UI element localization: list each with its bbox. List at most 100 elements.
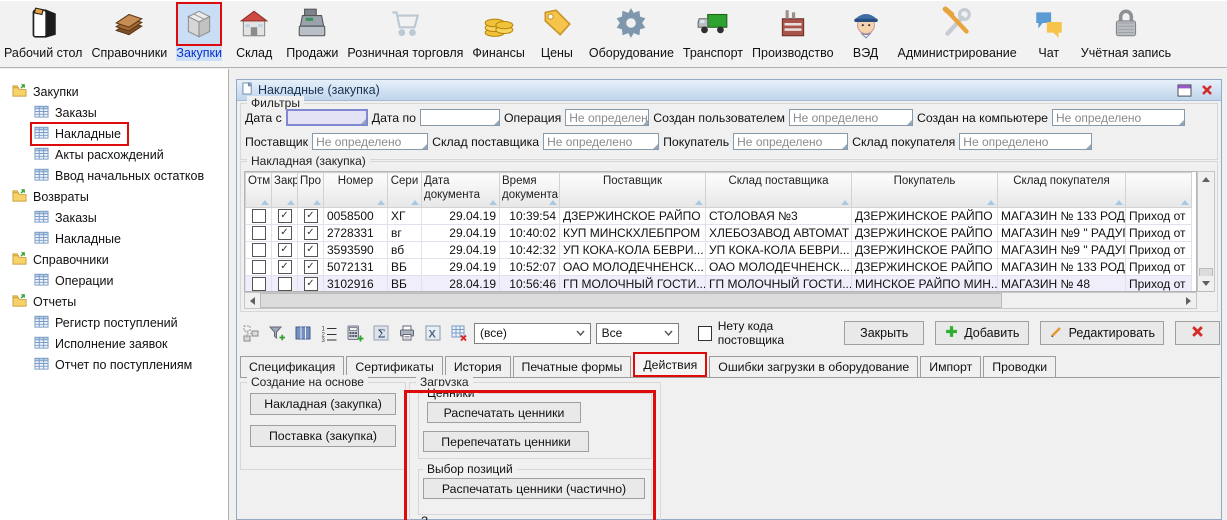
checkbox-cell[interactable]: ✓ [298,242,324,259]
cell-supplier_warehouse[interactable]: ОАО МОЛОДЕЧНЕНСК... [706,259,852,276]
checked-checkbox[interactable]: ✓ [304,209,318,223]
numbered-list-icon[interactable]: 123 [318,323,339,344]
toolbar-item-purchases[interactable]: Закупки [176,2,222,61]
cell-operation[interactable]: Приход от [1126,242,1192,259]
cell-supplier_warehouse[interactable]: ГП МОЛОЧНЫЙ ГОСТИ... [706,276,852,293]
horizontal-scroll-thumb[interactable] [260,293,1002,308]
cell-supplier[interactable]: ДЗЕРЖИНСКОЕ РАЙПО [560,208,706,225]
cell-number[interactable]: 5072131 [324,259,388,276]
toolbar-item-desktop[interactable]: Рабочий стол [4,2,82,61]
print-price-tags-partial-button[interactable]: Распечатать ценники (частично) [423,478,645,499]
checked-checkbox[interactable]: ✓ [304,260,318,274]
unchecked-checkbox[interactable] [252,277,266,291]
toolbar-item-finance[interactable]: Финансы [472,2,524,61]
column-header-6[interactable]: Время документа [500,173,560,208]
tab-postings[interactable]: Проводки [983,356,1056,377]
tab-actions[interactable]: Действия [633,352,707,377]
unchecked-checkbox[interactable] [252,209,266,223]
cell-time[interactable]: 10:56:46 [500,276,560,293]
cell-series[interactable]: ВБ [388,276,422,293]
horizontal-scrollbar[interactable] [244,292,1197,309]
cell-buyer_warehouse[interactable]: МАГАЗИН № 133 РОД... [998,208,1126,225]
cell-date[interactable]: 29.04.19 [422,242,500,259]
cell-date[interactable]: 28.04.19 [422,276,500,293]
calculator-add-icon[interactable] [344,323,365,344]
column-header-7[interactable]: Поставщик [560,173,706,208]
table-row[interactable]: ✓3102916ВБ28.04.1910:56:46ГП МОЛОЧНЫЙ ГО… [246,276,1192,293]
checkbox-cell[interactable] [246,242,272,259]
checkbox-cell[interactable]: ✓ [298,208,324,225]
cell-buyer_warehouse[interactable]: МАГАЗИН №9 " РАДУГА" [998,225,1126,242]
table-row[interactable]: ✓✓3593590вб29.04.1910:42:32УП КОКА-КОЛА … [246,242,1192,259]
sidebar-item-return-orders[interactable]: Заказы [0,207,228,228]
scroll-left-icon[interactable] [245,293,260,308]
excel-export-icon[interactable]: X [422,323,443,344]
checked-checkbox[interactable]: ✓ [304,243,318,257]
close-icon[interactable] [1198,82,1216,98]
sidebar-item-invoices[interactable]: Накладные [0,123,228,144]
cell-buyer[interactable]: ДЗЕРЖИНСКОЕ РАЙПО [852,208,998,225]
cell-operation[interactable]: Приход от [1126,259,1192,276]
cell-operation[interactable]: Приход от [1126,276,1192,293]
tab-import[interactable]: Импорт [920,356,981,377]
cell-buyer[interactable]: МИНСКОЕ РАЙПО МИН... [852,276,998,293]
create-supply-button[interactable]: Поставка (закупка) [250,425,396,447]
checkbox-cell[interactable]: ✓ [272,242,298,259]
checked-checkbox[interactable]: ✓ [278,209,292,223]
cell-date[interactable]: 29.04.19 [422,225,500,242]
scroll-down-icon[interactable] [1198,276,1214,291]
close-button[interactable]: Закрыть [844,321,924,345]
sidebar-item-returns[interactable]: Возвраты [0,186,228,207]
checked-checkbox[interactable]: ✓ [304,226,318,240]
create-invoice-button[interactable]: Накладная (закупка) [250,393,396,415]
sidebar-item-receipts-register[interactable]: Регистр поступлений [0,312,228,333]
filter-input-date-from[interactable] [286,109,368,126]
cell-buyer[interactable]: ДЗЕРЖИНСКОЕ РАЙПО [852,225,998,242]
checkbox-cell[interactable]: ✓ [272,208,298,225]
checked-checkbox[interactable]: ✓ [278,260,292,274]
checkbox-cell[interactable] [272,276,298,293]
toolbar-item-production[interactable]: Производство [752,2,834,61]
cell-time[interactable]: 10:39:54 [500,208,560,225]
sidebar-item-purchases[interactable]: Закупки [0,81,228,102]
cell-supplier[interactable]: ГП МОЛОЧНЫЙ ГОСТИ... [560,276,706,293]
column-header-9[interactable]: Покупатель [852,173,998,208]
tab-certificates[interactable]: Сертификаты [346,356,442,377]
add-button[interactable]: Добавить [935,321,1029,345]
column-header-10[interactable]: Склад покупателя [998,173,1126,208]
checkbox-cell[interactable]: ✓ [298,276,324,293]
sidebar-item-requests-execution[interactable]: Исполнение заявок [0,333,228,354]
table-row[interactable]: ✓✓2728331вг29.04.1910:40:02КУП МИНСКХЛЕБ… [246,225,1192,242]
sidebar-item-receipts-report[interactable]: Отчет по поступлениям [0,354,228,375]
tab-history[interactable]: История [445,356,511,377]
checkbox-cell[interactable] [246,259,272,276]
vertical-scrollbar[interactable] [1197,171,1215,292]
sidebar-item-references[interactable]: Справочники [0,249,228,270]
print-icon[interactable] [396,323,417,344]
cell-series[interactable]: ВБ [388,259,422,276]
no-supplier-code-checkbox[interactable] [698,326,712,341]
select-structure-icon[interactable] [240,323,261,344]
checkbox-cell[interactable] [246,276,272,293]
checkbox-cell[interactable] [246,225,272,242]
scope-dropdown-all[interactable]: Все [596,323,679,344]
cell-operation[interactable]: Приход от [1126,208,1192,225]
filter-input-supplier[interactable]: Не определено [312,133,428,150]
checkbox-cell[interactable]: ✓ [298,259,324,276]
cell-supplier[interactable]: КУП МИНСКХЛЕБПРОМ [560,225,706,242]
toolbar-item-prices[interactable]: Цены [534,2,580,61]
toolbar-item-warehouse[interactable]: Склад [231,2,277,61]
cell-supplier_warehouse[interactable]: УП КОКА-КОЛА БЕВРИ... [706,242,852,259]
checked-checkbox[interactable]: ✓ [278,226,292,240]
edit-button[interactable]: Редактировать [1040,321,1164,345]
filter-input-buyer[interactable]: Не определено [733,133,848,150]
delete-button[interactable] [1175,321,1220,345]
unchecked-checkbox[interactable] [252,226,266,240]
cell-number[interactable]: 3102916 [324,276,388,293]
cell-time[interactable]: 10:52:07 [500,259,560,276]
filter-input-date-to[interactable] [420,109,500,126]
cell-number[interactable]: 2728331 [324,225,388,242]
checkbox-cell[interactable]: ✓ [272,259,298,276]
table-row[interactable]: ✓✓0058500ХГ29.04.1910:39:54ДЗЕРЖИНСКОЕ Р… [246,208,1192,225]
toolbar-item-sales[interactable]: Продажи [286,2,338,61]
